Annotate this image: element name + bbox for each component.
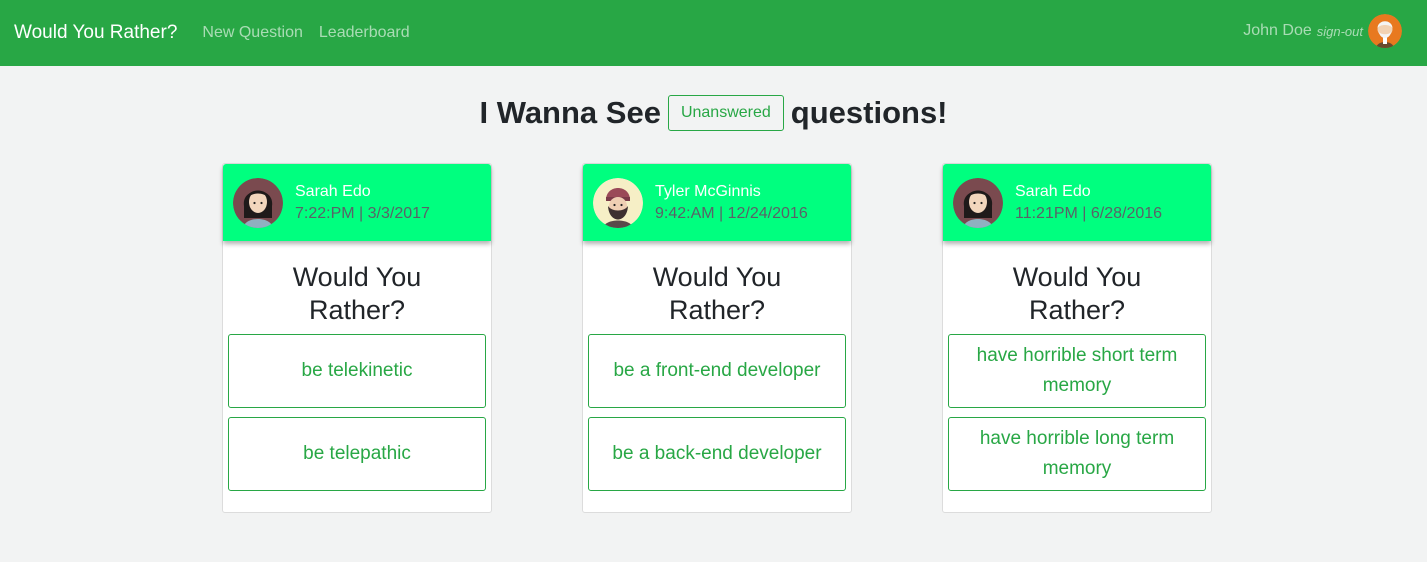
option-one-button[interactable]: be a front-end developer	[588, 334, 846, 408]
author-info: Sarah Edo 7:22:PM | 3/3/2017	[295, 181, 430, 225]
brand-link[interactable]: Would You Rather?	[14, 22, 177, 44]
question-card: Sarah Edo 11:21PM | 6/28/2016 Would You …	[942, 163, 1212, 513]
sign-out-link[interactable]: sign-out	[1317, 24, 1363, 39]
card-header: Sarah Edo 7:22:PM | 3/3/2017	[223, 164, 491, 241]
nav-new-question[interactable]: New Question	[202, 24, 303, 42]
question-card: Tyler McGinnis 9:42:AM | 12/24/2016 Woul…	[582, 163, 852, 513]
author-name: Sarah Edo	[1015, 182, 1091, 200]
author-name: Sarah Edo	[295, 182, 371, 200]
card-header: Tyler McGinnis 9:42:AM | 12/24/2016	[583, 164, 851, 241]
author-avatar	[593, 177, 643, 228]
heading-prefix: I Wanna See	[479, 95, 661, 130]
card-title: Would You Rather?	[292, 262, 422, 325]
author-info: Tyler McGinnis 9:42:AM | 12/24/2016	[655, 181, 808, 225]
option-one-button[interactable]: be telekinetic	[228, 334, 486, 408]
nav-leaderboard[interactable]: Leaderboard	[319, 24, 410, 42]
author-info: Sarah Edo 11:21PM | 6/28/2016	[1015, 181, 1162, 225]
option-two-button[interactable]: have horrible long term memory	[948, 417, 1206, 491]
heading-suffix: questions!	[790, 95, 948, 130]
page-heading: I Wanna See Unanswered questions!	[0, 95, 1427, 131]
card-title: Would You Rather?	[652, 262, 782, 325]
user-name: John Doe	[1243, 22, 1312, 39]
user-menu: John Doe sign-out	[1243, 14, 1402, 48]
card-title: Would You Rather?	[1012, 262, 1142, 325]
option-two-button[interactable]: be a back-end developer	[588, 417, 846, 491]
card-header: Sarah Edo 11:21PM | 6/28/2016	[943, 164, 1211, 241]
option-two-button[interactable]: be telepathic	[228, 417, 486, 491]
question-card: Sarah Edo 7:22:PM | 3/3/2017 Would You R…	[222, 163, 492, 513]
question-timestamp: 11:21PM | 6/28/2016	[1015, 204, 1163, 222]
question-timestamp: 9:42:AM | 12/24/2016	[655, 204, 808, 222]
user-avatar[interactable]	[1368, 14, 1402, 48]
question-timestamp: 7:22:PM | 3/3/2017	[295, 204, 430, 222]
author-avatar	[233, 177, 283, 228]
navbar: Would You Rather? New Question Leaderboa…	[0, 0, 1427, 66]
filter-toggle-button[interactable]: Unanswered	[667, 95, 784, 131]
author-name: Tyler McGinnis	[655, 182, 761, 200]
option-one-button[interactable]: have horrible short term memory	[948, 334, 1206, 408]
author-avatar	[953, 177, 1003, 228]
